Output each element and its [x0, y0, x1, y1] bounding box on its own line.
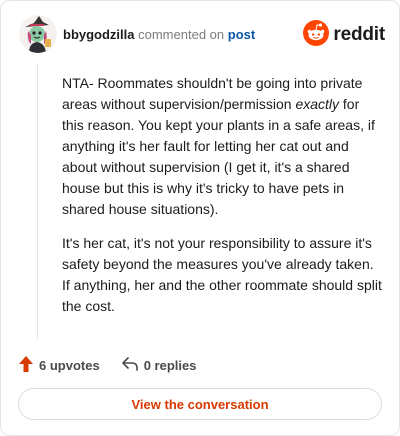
comment-text: for this reason. You kept your plants in… [62, 96, 375, 217]
comment-actions: 6 upvotes 0 replies [19, 353, 196, 377]
comment-body: NTA- Roommates shouldn't be going into p… [62, 73, 384, 330]
upvote-count: 6 upvotes [39, 357, 100, 373]
comment-paragraph-1: NTA- Roommates shouldn't be going into p… [62, 73, 384, 220]
reply-icon [121, 356, 144, 374]
thread-line [37, 63, 38, 339]
upvote-button[interactable]: 6 upvotes [19, 355, 100, 375]
comment-paragraph-2: It's her cat, it's not your responsibili… [62, 235, 382, 314]
comment-emphasis: exactly [295, 96, 340, 112]
reddit-logo-icon [303, 19, 330, 51]
username-link[interactable]: bbygodzilla [63, 27, 135, 42]
comment-header: bbygodzilla commented on post reddit [19, 13, 385, 57]
byline: bbygodzilla commented on post [63, 27, 255, 42]
byline-verb: commented on [138, 27, 225, 42]
post-link[interactable]: post [228, 27, 255, 42]
avatar[interactable] [19, 15, 57, 53]
reddit-brand[interactable]: reddit [303, 19, 385, 51]
reply-count: 0 replies [143, 357, 197, 373]
replies-button[interactable]: 0 replies [121, 356, 197, 374]
reddit-wordmark: reddit [333, 24, 385, 45]
upvote-arrow-icon [19, 355, 39, 375]
view-conversation-button[interactable]: View the conversation [18, 388, 382, 420]
comment-embed-card: bbygodzilla commented on post reddit NTA… [0, 0, 400, 436]
